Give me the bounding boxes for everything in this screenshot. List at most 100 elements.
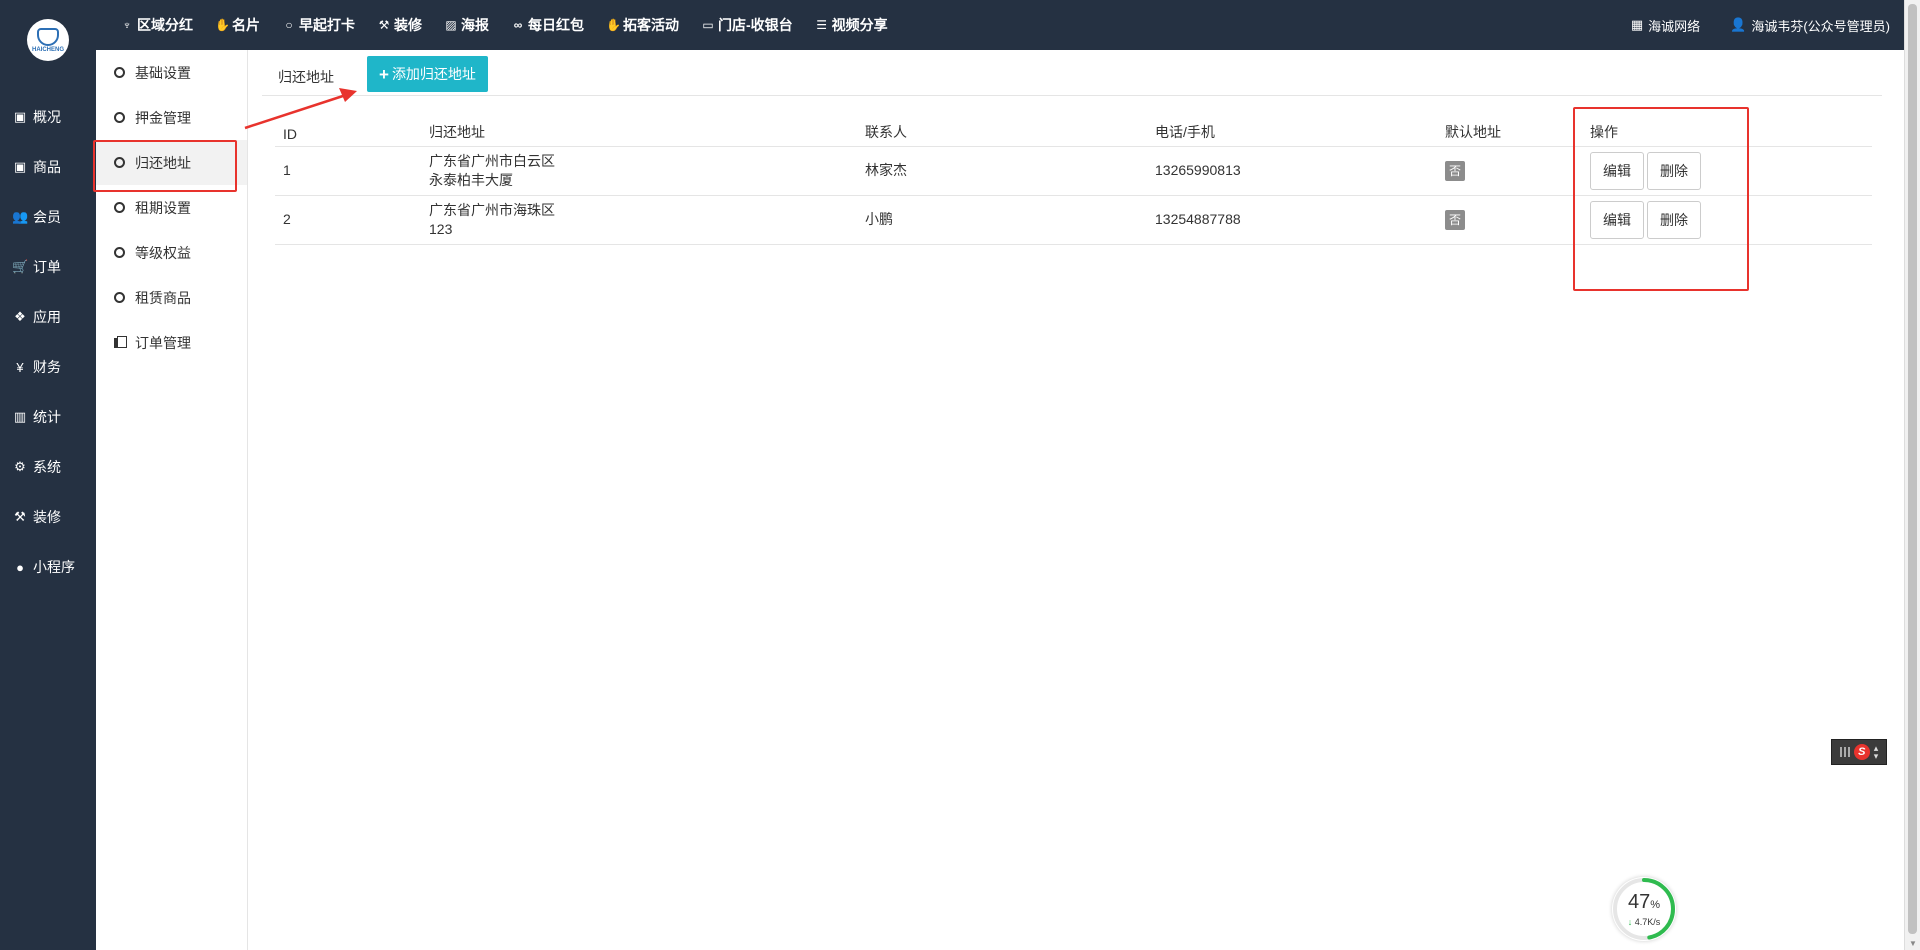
topnav-item-red-packet[interactable]: ∞ 每日红包 <box>511 15 584 35</box>
sidebar-item-overview[interactable]: ▣ 概况 <box>0 92 96 142</box>
default-badge: 否 <box>1445 209 1465 230</box>
network-speed-widget[interactable]: 47% ↓ 4.7K/s <box>1612 877 1676 941</box>
topnav-item-label: 海报 <box>461 17 489 33</box>
sidebar-item-goods[interactable]: ▣ 商品 <box>0 142 96 192</box>
wechat-icon: ● <box>16 559 24 575</box>
cell-default: 否 <box>1437 146 1582 196</box>
column-header-phone: 电话/手机 <box>1147 120 1437 147</box>
cell-contact: 林家杰 <box>857 146 1147 196</box>
subnav-item-order-management[interactable]: 订单管理 <box>96 320 247 365</box>
scroll-down-icon[interactable]: ▼ <box>1909 939 1917 948</box>
circle-icon <box>114 112 125 123</box>
topnav-item-video-share[interactable]: ☰ 视频分享 <box>815 15 888 35</box>
shield-icon <box>37 27 59 46</box>
subnav-item-label: 等级权益 <box>135 244 191 261</box>
sidebar-item-label: 订单 <box>33 259 61 275</box>
cogs-icon: ⚙ <box>14 459 26 474</box>
link-icon: ∞ <box>513 18 523 32</box>
box-icon: ▣ <box>13 159 27 174</box>
logo-badge: HAICHENG <box>27 19 69 61</box>
sidebar-item-label: 系统 <box>33 459 61 475</box>
cell-phone: 13265990813 <box>1147 146 1437 196</box>
subnav-item-deposit[interactable]: 押金管理 <box>96 95 247 140</box>
subnav-item-basic-settings[interactable]: 基础设置 <box>96 50 247 95</box>
topnav-item-label: 门店-收银台 <box>718 17 793 33</box>
column-header-id: ID <box>275 120 421 147</box>
cell-default: 否 <box>1437 195 1582 245</box>
top-right-area: ▦ 海诚网络 👤 海诚韦芬(公众号管理员) <box>1601 16 1904 35</box>
cell-id: 2 <box>275 195 421 245</box>
grid-icon: ▦ <box>1630 17 1644 32</box>
sidebar-item-miniprogram[interactable]: ● 小程序 <box>0 542 96 592</box>
address-line-2: 123 <box>429 220 453 237</box>
default-badge: 否 <box>1445 160 1465 181</box>
sidebar-item-decoration[interactable]: ⚒ 装修 <box>0 492 96 542</box>
percent-value: 47 <box>1627 891 1651 913</box>
topnav-item-label: 每日红包 <box>528 17 584 33</box>
sidebar-item-apps[interactable]: ❖ 应用 <box>0 292 96 342</box>
ime-toolbar[interactable]: S ▴ ▾ <box>1831 739 1887 765</box>
circle-icon <box>114 292 125 303</box>
sidebar-item-label: 统计 <box>33 409 61 425</box>
column-header-contact: 联系人 <box>857 120 1147 147</box>
topnav-item-label: 视频分享 <box>831 17 888 33</box>
scrollbar-thumb[interactable] <box>1908 4 1917 934</box>
topnav-item-label: 早起打卡 <box>299 17 355 33</box>
rate-value: 4.7K/s <box>1634 917 1661 927</box>
sidebar-item-label: 会员 <box>33 209 61 225</box>
subnav-item-label: 基础设置 <box>135 64 191 81</box>
percent-sign: % <box>1650 899 1661 911</box>
main-sidebar: HAICHENG ▣ 概况 ▣ 商品 👥 会员 🛒 订单 ❖ 应用 ¥ 财务 ▥ 统计 ⚙ 系统… <box>0 0 96 950</box>
site-switch[interactable]: ▦ 海诚网络 <box>1631 16 1700 35</box>
topnav-item-region-dividend[interactable]: ♆ 区域分红 <box>120 15 194 35</box>
topnav-item-store-cashier[interactable]: ▭ 门店-收银台 <box>701 15 793 35</box>
page-scrollbar[interactable]: ▼ <box>1904 0 1920 950</box>
add-button-label: 添加归还地址 <box>391 66 476 82</box>
subnav-item-rental-goods[interactable]: 租赁商品 <box>96 275 247 320</box>
user-menu[interactable]: 👤 海诚韦芬(公众号管理员) <box>1730 16 1890 35</box>
subnav-item-label: 订单管理 <box>135 334 191 351</box>
topnav-item-card[interactable]: ✋ 名片 <box>215 15 260 35</box>
circle-icon <box>114 202 125 213</box>
hammer-icon: ⚒ <box>14 509 26 524</box>
sidebar-item-finance[interactable]: ¥ 财务 <box>0 342 96 392</box>
circle-icon <box>114 67 125 78</box>
logo-text: HAICHENG <box>31 46 64 53</box>
sidebar-item-members[interactable]: 👥 会员 <box>0 192 96 242</box>
topnav-item-label: 区域分红 <box>137 17 193 33</box>
cubes-icon: ❖ <box>14 309 26 324</box>
top-navbar: ♆ 区域分红 ✋ 名片 ○ 早起打卡 ⚒ 装修 ▨ 海报 ∞ 每日红包 ✋ 拓客活动 ▭ 门店-… <box>96 0 1904 50</box>
top-nav: ♆ 区域分红 ✋ 名片 ○ 早起打卡 ⚒ 装修 ▨ 海报 ∞ 每日红包 ✋ 拓客活动 ▭ 门店-… <box>96 0 910 50</box>
cell-address: 广东省广州市白云区 永泰柏丰大厦 <box>421 146 857 196</box>
circle-icon <box>114 247 125 258</box>
sidebar-item-system[interactable]: ⚙ 系统 <box>0 442 96 492</box>
add-return-address-button[interactable]: + 添加归还地址 <box>367 56 488 92</box>
cash-icon: ▭ <box>702 18 714 32</box>
tab-bar: 归还地址 <box>262 56 1882 96</box>
speed-percent: 47% <box>1612 891 1676 914</box>
sidebar-item-label: 小程序 <box>33 559 75 575</box>
topnav-item-checkin[interactable]: ○ 早起打卡 <box>282 15 355 35</box>
user-icon: 👤 <box>1730 17 1747 32</box>
circle-icon: ○ <box>285 18 293 32</box>
sidebar-item-orders[interactable]: 🛒 订单 <box>0 242 96 292</box>
cell-phone: 13254887788 <box>1147 195 1437 245</box>
subnav-item-label: 租期设置 <box>135 199 191 216</box>
subnav-item-level-benefits[interactable]: 等级权益 <box>96 230 247 275</box>
arrow-down-icon: ↓ <box>1627 917 1633 927</box>
sidebar-item-label: 财务 <box>33 359 61 375</box>
logo[interactable]: HAICHENG <box>0 0 96 80</box>
yen-icon: ¥ <box>16 359 24 375</box>
sidebar-item-stats[interactable]: ▥ 统计 <box>0 392 96 442</box>
cart-icon: 🛒 <box>12 259 29 274</box>
topnav-item-decoration[interactable]: ⚒ 装修 <box>377 15 422 35</box>
topnav-item-promotion[interactable]: ✋ 拓客活动 <box>606 15 679 35</box>
speed-rate: ↓ 4.7K/s <box>1612 917 1676 927</box>
tab-return-address[interactable]: 归还地址 <box>266 59 346 95</box>
tie-icon: ♆ <box>122 18 132 32</box>
highlight-box-actions <box>1573 107 1749 291</box>
site-label: 海诚网络 <box>1648 18 1701 34</box>
card-icon: ✋ <box>215 18 230 32</box>
topnav-item-poster[interactable]: ▨ 海报 <box>444 15 489 35</box>
users-icon: 👥 <box>12 209 29 224</box>
